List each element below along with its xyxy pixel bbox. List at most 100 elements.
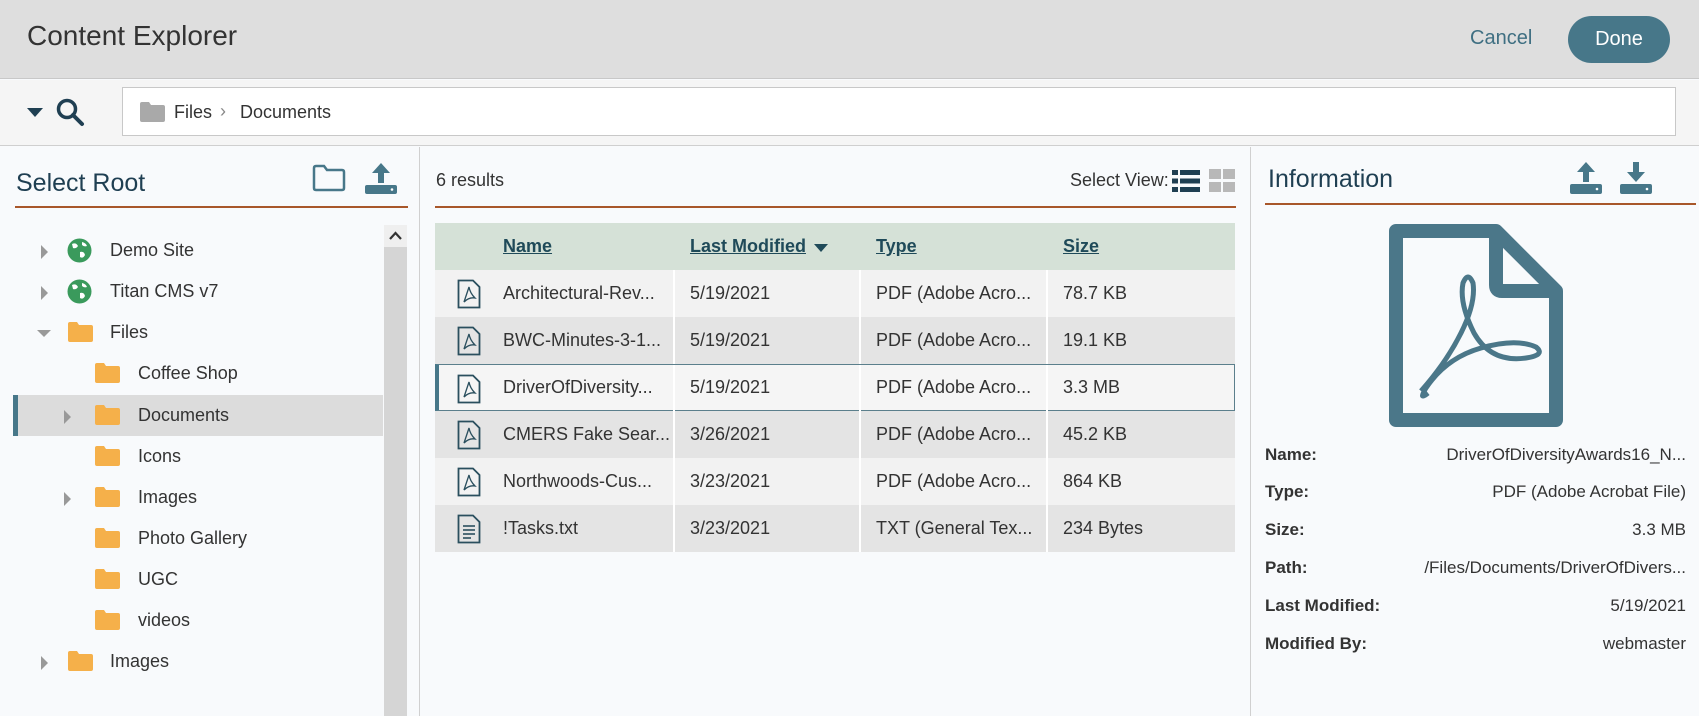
property-key: Size: xyxy=(1265,520,1305,539)
column-separator xyxy=(1046,365,1048,412)
new-folder-icon[interactable] xyxy=(312,164,346,192)
table-row[interactable]: Northwoods-Cus... 3/23/2021 PDF (Adobe A… xyxy=(435,458,1235,505)
expand-arrow-icon[interactable] xyxy=(41,656,48,670)
tree-item-label: UGC xyxy=(138,569,178,589)
breadcrumb-item-files[interactable]: Files xyxy=(174,102,212,123)
panel-divider xyxy=(15,206,408,208)
table-row[interactable]: Architectural-Rev... 5/19/2021 PDF (Adob… xyxy=(435,270,1235,317)
tree-item-files[interactable]: Files xyxy=(13,312,383,353)
upload-icon[interactable] xyxy=(364,161,398,195)
upload-icon[interactable] xyxy=(1569,160,1603,195)
list-view-icon[interactable] xyxy=(1172,169,1200,193)
tree-item-images-root[interactable]: Images xyxy=(13,641,383,682)
tree-item-label: Files xyxy=(110,322,149,342)
column-separator xyxy=(673,458,675,505)
collapse-arrow-icon[interactable] xyxy=(37,330,51,337)
tree-item-label: Images xyxy=(110,651,170,671)
column-separator xyxy=(859,365,861,412)
column-separator xyxy=(1046,505,1048,552)
property-key: Path: xyxy=(1265,558,1308,577)
column-header-name[interactable]: Name xyxy=(503,236,552,257)
tree-item-demo-site[interactable]: Demo Site xyxy=(13,230,383,271)
tree-item-documents[interactable]: Documents xyxy=(13,395,383,436)
file-name: !Tasks.txt xyxy=(503,518,579,538)
column-header-last-modified[interactable]: Last Modified xyxy=(690,236,806,257)
folder-icon xyxy=(95,610,120,630)
table-row[interactable]: BWC-Minutes-3-1... 5/19/2021 PDF (Adobe … xyxy=(435,317,1235,364)
pdf-preview-icon xyxy=(1389,224,1563,427)
table-row-selected[interactable]: DriverOfDiversity... 5/19/2021 PDF (Adob… xyxy=(435,364,1235,412)
property-value: DriverOfDiversityAwards16_N... xyxy=(1446,445,1686,464)
table-row[interactable]: CMERS Fake Sear... 3/26/2021 PDF (Adobe … xyxy=(435,411,1235,458)
folder-icon xyxy=(68,651,93,671)
expand-arrow-icon[interactable] xyxy=(41,245,48,259)
tree-item-ugc[interactable]: UGC xyxy=(13,559,383,600)
property-last-modified: Last Modified: 5/19/2021 xyxy=(1265,596,1686,626)
breadcrumb-item-documents[interactable]: Documents xyxy=(240,102,331,123)
file-size: 19.1 KB xyxy=(1063,330,1128,350)
tree-item-label: Titan CMS v7 xyxy=(110,281,219,301)
file-modified: 5/19/2021 xyxy=(690,283,771,303)
property-value: 5/19/2021 xyxy=(1610,596,1686,615)
expand-arrow-icon[interactable] xyxy=(64,492,71,506)
property-key: Modified By: xyxy=(1265,634,1367,653)
folder-icon xyxy=(95,569,120,589)
tree-item-photo-gallery[interactable]: Photo Gallery xyxy=(13,518,383,559)
folder-icon xyxy=(95,363,120,383)
file-modified: 3/23/2021 xyxy=(690,471,771,491)
file-name: CMERS Fake Sear... xyxy=(503,424,671,444)
panel-divider xyxy=(1265,203,1696,205)
information-title: Information xyxy=(1268,165,1394,193)
download-icon[interactable] xyxy=(1619,160,1653,195)
tree-item-titan-cms[interactable]: Titan CMS v7 xyxy=(13,271,383,312)
file-type: PDF (Adobe Acro... xyxy=(876,377,1032,397)
grid-view-icon[interactable] xyxy=(1209,169,1236,193)
property-key: Name: xyxy=(1265,445,1317,464)
expand-arrow-icon[interactable] xyxy=(64,410,71,424)
file-modified: 5/19/2021 xyxy=(690,330,771,350)
done-button[interactable]: Done xyxy=(1568,16,1670,63)
tree-item-videos[interactable]: videos xyxy=(13,600,383,641)
file-size: 3.3 MB xyxy=(1063,377,1121,397)
tree-item-label: Documents xyxy=(138,405,230,425)
file-modified: 5/19/2021 xyxy=(690,377,771,397)
column-header-type[interactable]: Type xyxy=(876,236,917,257)
file-size: 45.2 KB xyxy=(1063,424,1128,444)
dialog-header: Content Explorer Cancel Done xyxy=(0,0,1699,79)
results-count: 6 results xyxy=(436,170,505,190)
column-separator xyxy=(859,505,861,552)
tree-item-coffee-shop[interactable]: Coffee Shop xyxy=(13,353,383,394)
tree-item-icons[interactable]: Icons xyxy=(13,436,383,477)
tree-item-label: Coffee Shop xyxy=(138,363,238,383)
tree-item-images[interactable]: Images xyxy=(13,477,383,518)
file-name: DriverOfDiversity... xyxy=(503,377,653,397)
breadcrumb: Files › Documents xyxy=(122,87,1676,136)
table-row[interactable]: !Tasks.txt 3/23/2021 TXT (General Tex...… xyxy=(435,505,1235,552)
folder-icon xyxy=(68,322,93,342)
globe-icon xyxy=(67,279,92,304)
folder-icon xyxy=(95,446,120,466)
column-separator xyxy=(673,411,675,458)
dropdown-caret-icon[interactable] xyxy=(27,108,43,117)
folder-icon xyxy=(95,405,120,425)
sort-descending-icon[interactable] xyxy=(814,244,828,252)
search-icon[interactable] xyxy=(55,97,85,127)
search-bar: Files › Documents xyxy=(0,80,1699,146)
pdf-icon xyxy=(457,279,481,309)
tree-scrollbar[interactable] xyxy=(384,225,407,716)
property-path: Path: /Files/Documents/DriverOfDivers... xyxy=(1265,558,1686,588)
property-key: Type: xyxy=(1265,482,1310,501)
dialog-title: Content Explorer xyxy=(27,20,238,51)
column-header-size[interactable]: Size xyxy=(1063,236,1099,257)
column-separator xyxy=(1046,411,1048,458)
select-view-label: Select View: xyxy=(1070,170,1169,190)
property-name: Name: DriverOfDiversityAwards16_N... xyxy=(1265,445,1686,475)
file-name: Northwoods-Cus... xyxy=(503,471,653,491)
scroll-up-button[interactable] xyxy=(384,225,407,247)
column-separator xyxy=(859,458,861,505)
property-value: 3.3 MB xyxy=(1632,520,1686,539)
column-separator xyxy=(1046,317,1048,364)
cancel-button[interactable]: Cancel xyxy=(1470,27,1532,50)
expand-arrow-icon[interactable] xyxy=(41,286,48,300)
column-separator xyxy=(1046,270,1048,317)
